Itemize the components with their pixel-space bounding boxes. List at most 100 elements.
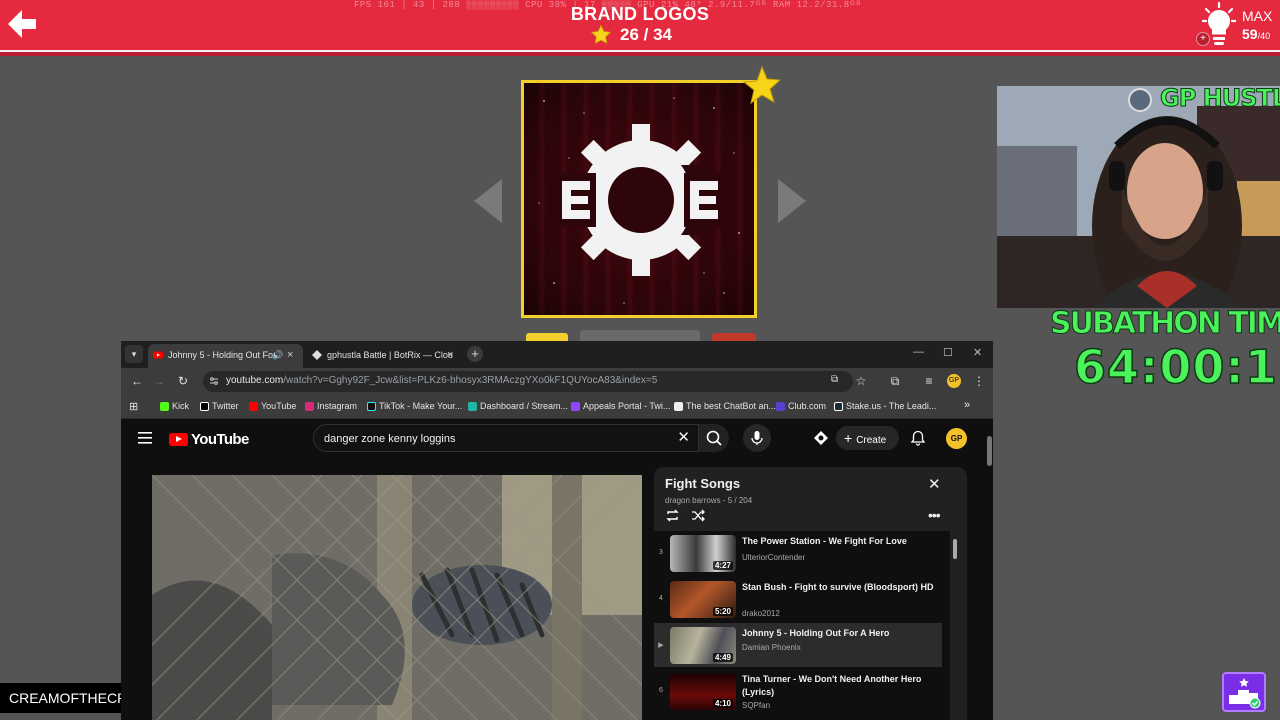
leaderboard-button[interactable] [1222, 672, 1266, 712]
subathon-timer-label: SUBATHON TIMER [1050, 306, 1280, 342]
video-title: Johnny 5 - Holding Out For A Hero [742, 628, 890, 638]
subathon-timer-value: 64:00:16 [1073, 339, 1280, 395]
playlist-title: Fight Songs [665, 476, 741, 491]
browser-window: ▾ Johnny 5 - Holding Out For 🔊 × gphustl… [121, 341, 993, 720]
youtube-logo[interactable]: YouTube [169, 431, 249, 448]
bookmark-instagram[interactable]: Instagram [305, 401, 357, 411]
search-input[interactable]: danger zone kenny loggins ✕ [313, 424, 699, 452]
bookmark-kick[interactable]: Kick [160, 401, 189, 411]
maximize-icon[interactable]: ☐ [943, 346, 953, 359]
forward-icon[interactable]: → [152, 374, 166, 388]
hint-count: 59/40 [1242, 26, 1271, 42]
video-thumbnail: 4:10 [670, 673, 736, 710]
video-duration: 4:27 [712, 561, 733, 570]
extensions-icon[interactable]: ⧉ [888, 374, 902, 388]
video-thumbnail: 4:27 [670, 535, 736, 572]
search-button[interactable] [699, 424, 729, 452]
back-icon[interactable]: ← [130, 374, 144, 388]
tab-title: gphustla Battle | BotRix — Clou [327, 350, 453, 360]
clear-search-icon[interactable]: ✕ [677, 430, 690, 446]
webcam-feed [997, 86, 1280, 308]
hint-add-badge: + [1196, 32, 1210, 46]
page-scroll-thumb[interactable] [987, 436, 992, 466]
hint-button[interactable]: + MAX 59/40 [1196, 2, 1280, 48]
browser-menu-icon[interactable]: ⋮ [972, 374, 986, 388]
bookmark-twitter[interactable]: Twitter [200, 401, 239, 411]
tab-strip: ▾ Johnny 5 - Holding Out For 🔊 × gphustl… [121, 341, 993, 368]
youtube-icon [153, 351, 163, 359]
bookmark-star-icon[interactable]: ☆ [854, 374, 868, 388]
bookmark-club[interactable]: Club.com [776, 401, 826, 411]
playlist-item[interactable]: 4 5:20 Stan Bush - Fight to survive (Blo… [654, 577, 942, 621]
profile-avatar-icon[interactable]: GP [947, 374, 961, 388]
playlist-item-index: 4 [659, 595, 663, 602]
tab-search-button[interactable]: ▾ [125, 345, 143, 363]
tab-youtube[interactable]: Johnny 5 - Holding Out For 🔊 × [148, 344, 303, 368]
new-tab-button[interactable]: + [467, 346, 483, 362]
video-player[interactable] [152, 475, 642, 720]
page-scrollbar[interactable] [985, 420, 993, 720]
notifications-bell-icon[interactable] [910, 430, 926, 446]
browser-toolbar: ← → ↻ youtube.com/watch?v=Gghy92F_Jcw&li… [121, 368, 993, 395]
bookmarks-bar: ⊞ Kick Twitter YouTube Instagram TikTok … [121, 395, 993, 419]
progress-count: 26 / 34 [620, 25, 672, 44]
bookmark-appeals[interactable]: Appeals Portal - Twi... [571, 401, 670, 411]
bookmark-chatbot[interactable]: The best ChatBot an... [674, 401, 776, 411]
site-info-icon[interactable] [209, 376, 219, 386]
close-playlist-icon[interactable]: ✕ [928, 477, 941, 492]
loop-icon[interactable] [665, 508, 680, 523]
search-icon [706, 430, 722, 446]
bookmark-stake[interactable]: Stake.us - The Leadi... [834, 401, 936, 411]
playlist-more-icon[interactable]: ••• [928, 507, 941, 523]
back-arrow-icon[interactable] [6, 8, 38, 40]
playlist-item-index: 3 [659, 549, 663, 556]
playlist-item[interactable]: 6 4:10 Tina Turner - We Don't Need Anoth… [654, 669, 942, 713]
channel-name: Damian Phoenix [742, 643, 801, 652]
playlist-item-current[interactable]: ▶ 4:49 Johnny 5 - Holding Out For A Hero… [654, 623, 942, 667]
address-bar[interactable]: youtube.com/watch?v=Gghy92F_Jcw&list=PLK… [203, 371, 853, 392]
tab-audio-icon[interactable]: 🔊 [272, 344, 283, 366]
voice-search-button[interactable] [743, 424, 771, 452]
tab-close-icon[interactable]: × [287, 350, 293, 361]
streamer-image [997, 86, 1280, 308]
bookmark-dashboard[interactable]: Dashboard / Stream... [468, 401, 568, 411]
reload-icon[interactable]: ↻ [176, 374, 190, 388]
close-window-icon[interactable]: ✕ [973, 346, 982, 359]
url-text: youtube.com/watch?v=Gghy92F_Jcw&list=PLK… [226, 375, 658, 386]
playlist-items: 3 4:27 The Power Station - We Fight For … [654, 531, 950, 720]
shuffle-icon[interactable] [691, 508, 706, 523]
playlist-scrollbar[interactable] [953, 539, 957, 559]
bookmark-youtube[interactable]: YouTube [249, 401, 296, 411]
channel-name: drako2012 [742, 609, 780, 618]
playlist-item[interactable]: 3 4:27 The Power Station - We Fight For … [654, 531, 942, 575]
level-progress: 26 / 34 [590, 24, 690, 46]
minimize-icon[interactable]: — [913, 346, 924, 358]
tab-botrix[interactable]: gphustla Battle | BotRix — Clou × [307, 344, 462, 368]
logo-card[interactable] [521, 80, 757, 318]
next-logo-arrow[interactable] [776, 178, 808, 224]
answer-bar-remnants-3 [712, 333, 756, 341]
plus-icon: + [844, 430, 853, 446]
bookmarks-overflow-icon[interactable]: » [964, 399, 970, 411]
brand-logo-image [538, 97, 740, 304]
create-label: Create [856, 435, 887, 446]
hamburger-menu-icon[interactable] [138, 432, 152, 444]
account-avatar[interactable]: GP [946, 428, 967, 449]
search-query-text: danger zone kenny loggins [324, 433, 456, 445]
botrix-extension-icon[interactable] [813, 430, 829, 446]
tab-close-icon[interactable]: × [447, 350, 453, 361]
channel-name-label: GP HUSTLA [1160, 84, 1280, 113]
playlist-subtitle: dragon barrows - 5 / 204 [665, 496, 753, 505]
channel-name: UlteriorContender [742, 553, 806, 562]
now-playing-icon: ▶ [658, 642, 664, 649]
install-icon[interactable]: ⧉ [831, 374, 838, 385]
video-thumbnail: 4:49 [670, 627, 736, 664]
create-button[interactable]: + Create [836, 426, 899, 450]
bookmark-tiktok[interactable]: TikTok - Make Your... [367, 401, 462, 411]
media-controls-icon[interactable]: ≡ [922, 374, 936, 388]
playlist-item-index: 6 [659, 687, 663, 694]
apps-grid-icon[interactable]: ⊞ [129, 400, 138, 413]
previous-logo-arrow[interactable] [472, 178, 504, 224]
category-title: BRAND LOGOS [570, 4, 710, 24]
video-title: Tina Turner - We Don't Need Another Hero… [742, 674, 922, 697]
